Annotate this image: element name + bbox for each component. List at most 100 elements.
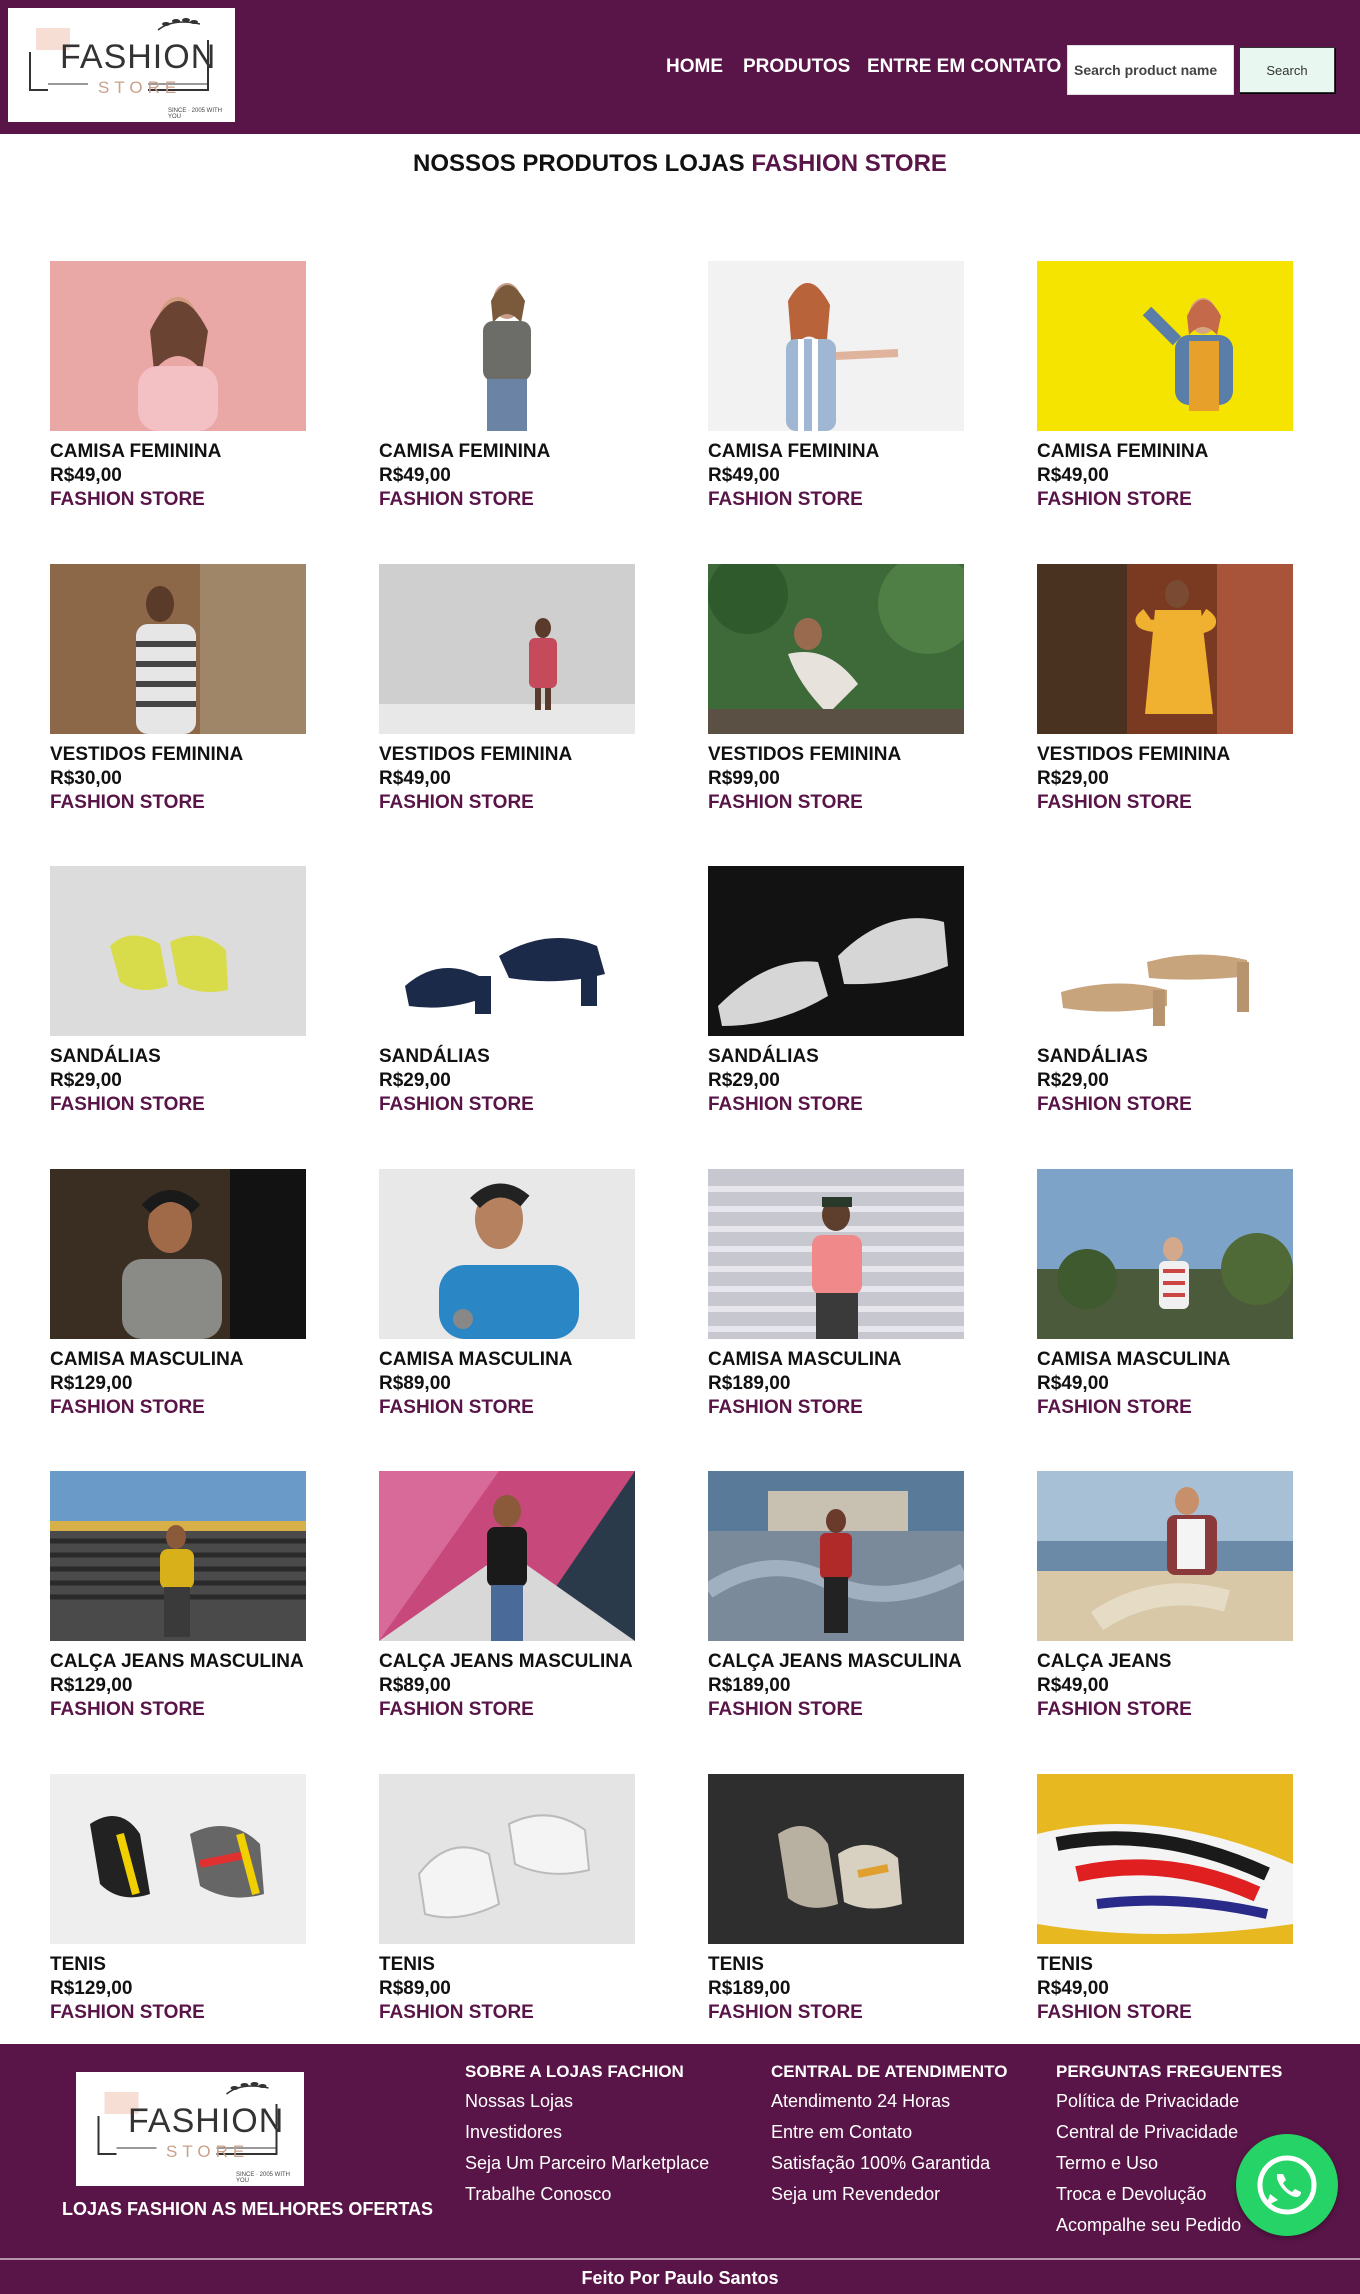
product-name: TENIS [50, 1954, 106, 1975]
search-button[interactable]: Search [1239, 47, 1335, 93]
product-price: R$129,00 [50, 1373, 133, 1394]
product-store: FASHION STORE [50, 1397, 205, 1418]
product-name: CAMISA FEMININA [379, 441, 551, 462]
product-image[interactable] [708, 866, 964, 1036]
product-price: R$29,00 [50, 1070, 122, 1091]
product-image[interactable] [1037, 261, 1293, 431]
product-name: SANDÁLIAS [379, 1046, 490, 1067]
whatsapp-button[interactable] [1236, 2134, 1338, 2236]
footer-link[interactable]: Trabalhe Conosco [465, 2184, 709, 2205]
footer-link[interactable]: Seja Um Parceiro Marketplace [465, 2153, 709, 2174]
footer-tagline: LOJAS FASHION AS MELHORES OFERTAS [61, 2199, 434, 2219]
product-store: FASHION STORE [708, 2002, 863, 2023]
product-name: CAMISA FEMININA [1037, 441, 1209, 462]
product-image[interactable] [708, 1169, 964, 1339]
footer-link[interactable]: Nossas Lojas [465, 2091, 709, 2112]
search-input[interactable] [1067, 45, 1234, 95]
product-price: R$29,00 [379, 1070, 451, 1091]
product-store: FASHION STORE [379, 792, 534, 813]
product-name: CAMISA MASCULINA [50, 1349, 244, 1370]
product-image[interactable] [379, 1471, 635, 1641]
product-price: R$89,00 [379, 1675, 451, 1696]
product-store: FASHION STORE [379, 1397, 534, 1418]
nav-produtos[interactable]: PRODUTOS [743, 56, 850, 78]
product-image[interactable] [1037, 1774, 1293, 1944]
product-name: CAMISA FEMININA [50, 441, 222, 462]
product-image[interactable] [50, 261, 306, 431]
product-name: SANDÁLIAS [1037, 1046, 1148, 1067]
footer-column-title: SOBRE A LOJAS FACHION [465, 2062, 684, 2081]
product-name: CALÇA JEANS [1037, 1651, 1172, 1672]
product-image[interactable] [379, 1774, 635, 1944]
product-price: R$99,00 [708, 768, 780, 789]
product-image[interactable] [1037, 564, 1293, 734]
footer-link[interactable]: Política de Privacidade [1056, 2091, 1282, 2112]
product-name: CAMISA MASCULINA [1037, 1349, 1231, 1370]
footer-link[interactable]: Atendimento 24 Horas [771, 2091, 1007, 2112]
product-image[interactable] [379, 564, 635, 734]
footer-link[interactable]: Entre em Contato [771, 2122, 1007, 2143]
product-image[interactable] [1037, 1169, 1293, 1339]
product-name: CALÇA JEANS MASCULINA [379, 1651, 633, 1672]
product-price: R$189,00 [708, 1978, 791, 1999]
product-price: R$189,00 [708, 1675, 791, 1696]
product-store: FASHION STORE [50, 2002, 205, 2023]
product-store: FASHION STORE [708, 1699, 863, 1720]
product-name: SANDÁLIAS [50, 1046, 161, 1067]
footer-link[interactable]: Investidores [465, 2122, 709, 2143]
footer-link[interactable]: Seja um Revendedor [771, 2184, 1007, 2205]
product-price: R$29,00 [1037, 1070, 1109, 1091]
product-image[interactable] [1037, 866, 1293, 1036]
footer-column-title: CENTRAL DE ATENDIMENTO [771, 2062, 1008, 2081]
product-store: FASHION STORE [1037, 1699, 1192, 1720]
product-image[interactable] [50, 866, 306, 1036]
product-image[interactable] [379, 1169, 635, 1339]
footer-logo[interactable]: FASHION STORE SINCE · 2005 WITH YOU [76, 2072, 304, 2186]
product-image[interactable] [379, 261, 635, 431]
logo-since-text: SINCE · 2005 WITH YOU [168, 108, 223, 120]
product-image[interactable] [50, 1169, 306, 1339]
product-store: FASHION STORE [50, 1699, 205, 1720]
product-price: R$30,00 [50, 768, 122, 789]
page-title-accent: FASHION STORE [751, 150, 947, 177]
product-price: R$49,00 [379, 768, 451, 789]
site-header: FASHION STORE SINCE · 2005 WITH YOU HOME… [0, 0, 1360, 134]
product-price: R$49,00 [1037, 465, 1109, 486]
whatsapp-icon [1257, 2155, 1317, 2215]
site-footer: FASHION STORE SINCE · 2005 WITH YOU LOJA… [0, 2044, 1360, 2294]
product-price: R$29,00 [708, 1070, 780, 1091]
footer-column-atendimento: CENTRAL DE ATENDIMENTO Atendimento 24 Ho… [771, 2062, 1007, 2215]
product-image[interactable] [50, 1774, 306, 1944]
page-title-prefix: NOSSOS PRODUTOS LOJAS [413, 150, 752, 177]
product-name: CALÇA JEANS MASCULINA [708, 1651, 962, 1672]
product-price: R$49,00 [1037, 1978, 1109, 1999]
logo[interactable]: FASHION STORE SINCE · 2005 WITH YOU [8, 8, 235, 122]
nav-home[interactable]: HOME [666, 56, 723, 78]
product-image[interactable] [379, 866, 635, 1036]
footer-logo-fashion-text: FASHION [128, 2102, 285, 2140]
product-price: R$49,00 [379, 465, 451, 486]
logo-fashion-text: FASHION [60, 38, 217, 76]
footer-divider [0, 2258, 1360, 2260]
product-name: SANDÁLIAS [708, 1046, 819, 1067]
product-name: TENIS [379, 1954, 435, 1975]
product-store: FASHION STORE [50, 792, 205, 813]
product-image[interactable] [50, 1471, 306, 1641]
footer-logo-store-text: STORE [166, 2142, 250, 2161]
product-image[interactable] [1037, 1471, 1293, 1641]
product-price: R$49,00 [1037, 1675, 1109, 1696]
footer-link[interactable]: Satisfação 100% Garantida [771, 2153, 1007, 2174]
product-price: R$49,00 [50, 465, 122, 486]
product-image[interactable] [708, 1774, 964, 1944]
product-image[interactable] [708, 261, 964, 431]
product-image[interactable] [708, 564, 964, 734]
product-store: FASHION STORE [708, 1094, 863, 1115]
product-image[interactable] [50, 564, 306, 734]
product-store: FASHION STORE [1037, 1094, 1192, 1115]
product-name: VESTIDOS FEMININA [1037, 744, 1231, 765]
product-image[interactable] [708, 1471, 964, 1641]
product-price: R$29,00 [1037, 768, 1109, 789]
product-store: FASHION STORE [708, 792, 863, 813]
nav-contato[interactable]: ENTRE EM CONTATO [867, 56, 1061, 78]
page-title: NOSSOS PRODUTOS LOJAS FASHION STORE [0, 150, 1360, 178]
